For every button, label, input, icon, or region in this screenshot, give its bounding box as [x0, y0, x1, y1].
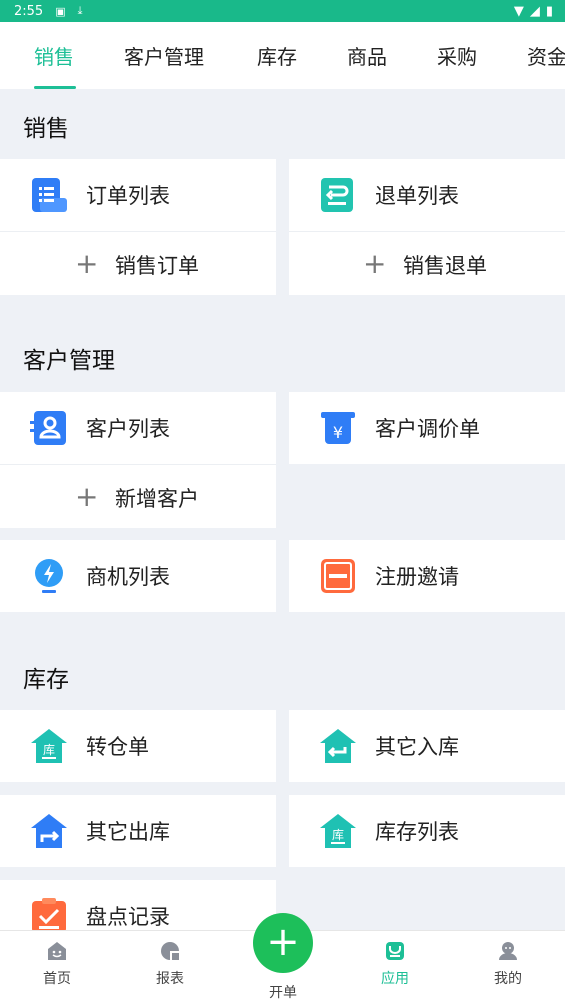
download-icon: ⤓ — [77, 4, 83, 17]
plus-icon: + — [266, 919, 300, 965]
nav-apps-label: 应用 — [381, 971, 409, 987]
section-title-sales: 销售 — [23, 116, 69, 142]
transfer-item[interactable]: 库 转仓单 — [0, 710, 276, 782]
inventory-card-stock: 库 库存列表 — [289, 795, 565, 867]
customer-list-icon — [30, 411, 66, 445]
stock-list-item[interactable]: 库 库存列表 — [289, 795, 565, 867]
sales-card-orders: 订单列表 + 销售订单 — [0, 159, 276, 295]
add-customer-button[interactable]: + 新增客户 — [0, 465, 276, 529]
customer-card-invite: 注册邀请 — [289, 540, 565, 612]
create-order-button[interactable]: + — [253, 913, 313, 973]
tab-sales[interactable]: 销售 — [34, 41, 74, 70]
add-sales-return-label: 销售退单 — [403, 254, 487, 278]
tab-inventory[interactable]: 库存 — [257, 41, 297, 70]
warehouse-out-icon — [31, 814, 67, 848]
nav-home-label: 首页 — [43, 971, 71, 987]
svg-text:库: 库 — [43, 742, 55, 757]
customer-list-label: 客户列表 — [86, 417, 170, 441]
home-icon — [48, 942, 66, 960]
create-order-label: 开单 — [269, 985, 297, 1001]
opportunity-list-label: 商机列表 — [86, 565, 170, 589]
inventory-card-other-out: 其它出库 — [0, 795, 276, 867]
section-title-inventory: 库存 — [23, 667, 69, 693]
tab-customer[interactable]: 客户管理 — [124, 41, 204, 70]
add-sales-return-button[interactable]: + 销售退单 — [289, 232, 565, 296]
price-adjust-item[interactable]: ¥ 客户调价单 — [289, 392, 565, 464]
customer-list-item[interactable]: 客户列表 — [0, 392, 276, 464]
svg-text:库: 库 — [332, 827, 344, 842]
sales-card-returns: 退单列表 + 销售退单 — [289, 159, 565, 295]
tab-purchase[interactable]: 采购 — [437, 41, 477, 70]
price-adjust-icon: ¥ — [321, 412, 355, 444]
nav-reports-label: 报表 — [156, 971, 184, 987]
svg-text:¥: ¥ — [333, 423, 343, 442]
invite-label: 注册邀请 — [375, 565, 459, 589]
invite-item[interactable]: 注册邀请 — [289, 540, 565, 612]
stock-list-icon: 库 — [320, 814, 356, 848]
tab-funds[interactable]: 资金 — [527, 41, 565, 70]
add-sales-order-button[interactable]: + 销售订单 — [0, 232, 276, 296]
plus-icon: + — [75, 480, 99, 513]
battery-icon: ▮ — [545, 4, 553, 19]
inventory-card-transfer: 库 转仓单 — [0, 710, 276, 782]
category-tabs: 销售 客户管理 库存 商品 采购 资金 — [0, 22, 565, 89]
return-list-label: 退单列表 — [375, 184, 459, 208]
customer-card-opportunity: 商机列表 — [0, 540, 276, 612]
other-in-label: 其它入库 — [375, 735, 459, 759]
price-adjust-label: 客户调价单 — [375, 417, 480, 441]
customer-card-list: 客户列表 + 新增客户 — [0, 392, 276, 528]
stocktake-label: 盘点记录 — [86, 905, 170, 929]
order-list-item[interactable]: 订单列表 — [0, 159, 276, 231]
customer-card-price: ¥ 客户调价单 — [289, 392, 565, 464]
lightbulb-icon — [35, 559, 63, 593]
invite-icon — [321, 559, 355, 593]
stock-list-label: 库存列表 — [375, 820, 459, 844]
tab-products[interactable]: 商品 — [347, 41, 387, 70]
wifi-icon: ▼ — [513, 4, 524, 19]
status-bar: 2:55 ▣ ⤓ ▼ ◢ ▮ — [0, 0, 565, 22]
status-time: 2:55 — [14, 3, 44, 19]
return-list-item[interactable]: 退单列表 — [289, 159, 565, 231]
order-list-label: 订单列表 — [86, 184, 170, 208]
reports-icon — [161, 942, 179, 960]
add-sales-order-label: 销售订单 — [115, 254, 199, 278]
apps-icon — [386, 942, 404, 960]
other-out-item[interactable]: 其它出库 — [0, 795, 276, 867]
section-title-customer: 客户管理 — [23, 348, 115, 374]
nav-mine-label: 我的 — [494, 971, 522, 987]
plus-icon: + — [363, 247, 387, 280]
warehouse-in-icon — [320, 729, 356, 763]
inventory-card-other-in: 其它入库 — [289, 710, 565, 782]
other-out-label: 其它出库 — [86, 820, 170, 844]
return-list-icon — [321, 178, 353, 212]
opportunity-list-item[interactable]: 商机列表 — [0, 540, 276, 612]
warehouse-transfer-icon: 库 — [31, 729, 67, 763]
profile-icon — [499, 942, 517, 960]
active-tab-indicator — [34, 86, 76, 89]
add-customer-label: 新增客户 — [115, 487, 199, 511]
plus-icon: + — [75, 247, 99, 280]
order-list-icon — [32, 178, 67, 212]
transfer-label: 转仓单 — [86, 735, 149, 759]
notification-icon: ▣ — [55, 4, 66, 18]
signal-icon: ◢ — [529, 4, 540, 19]
other-in-item[interactable]: 其它入库 — [289, 710, 565, 782]
